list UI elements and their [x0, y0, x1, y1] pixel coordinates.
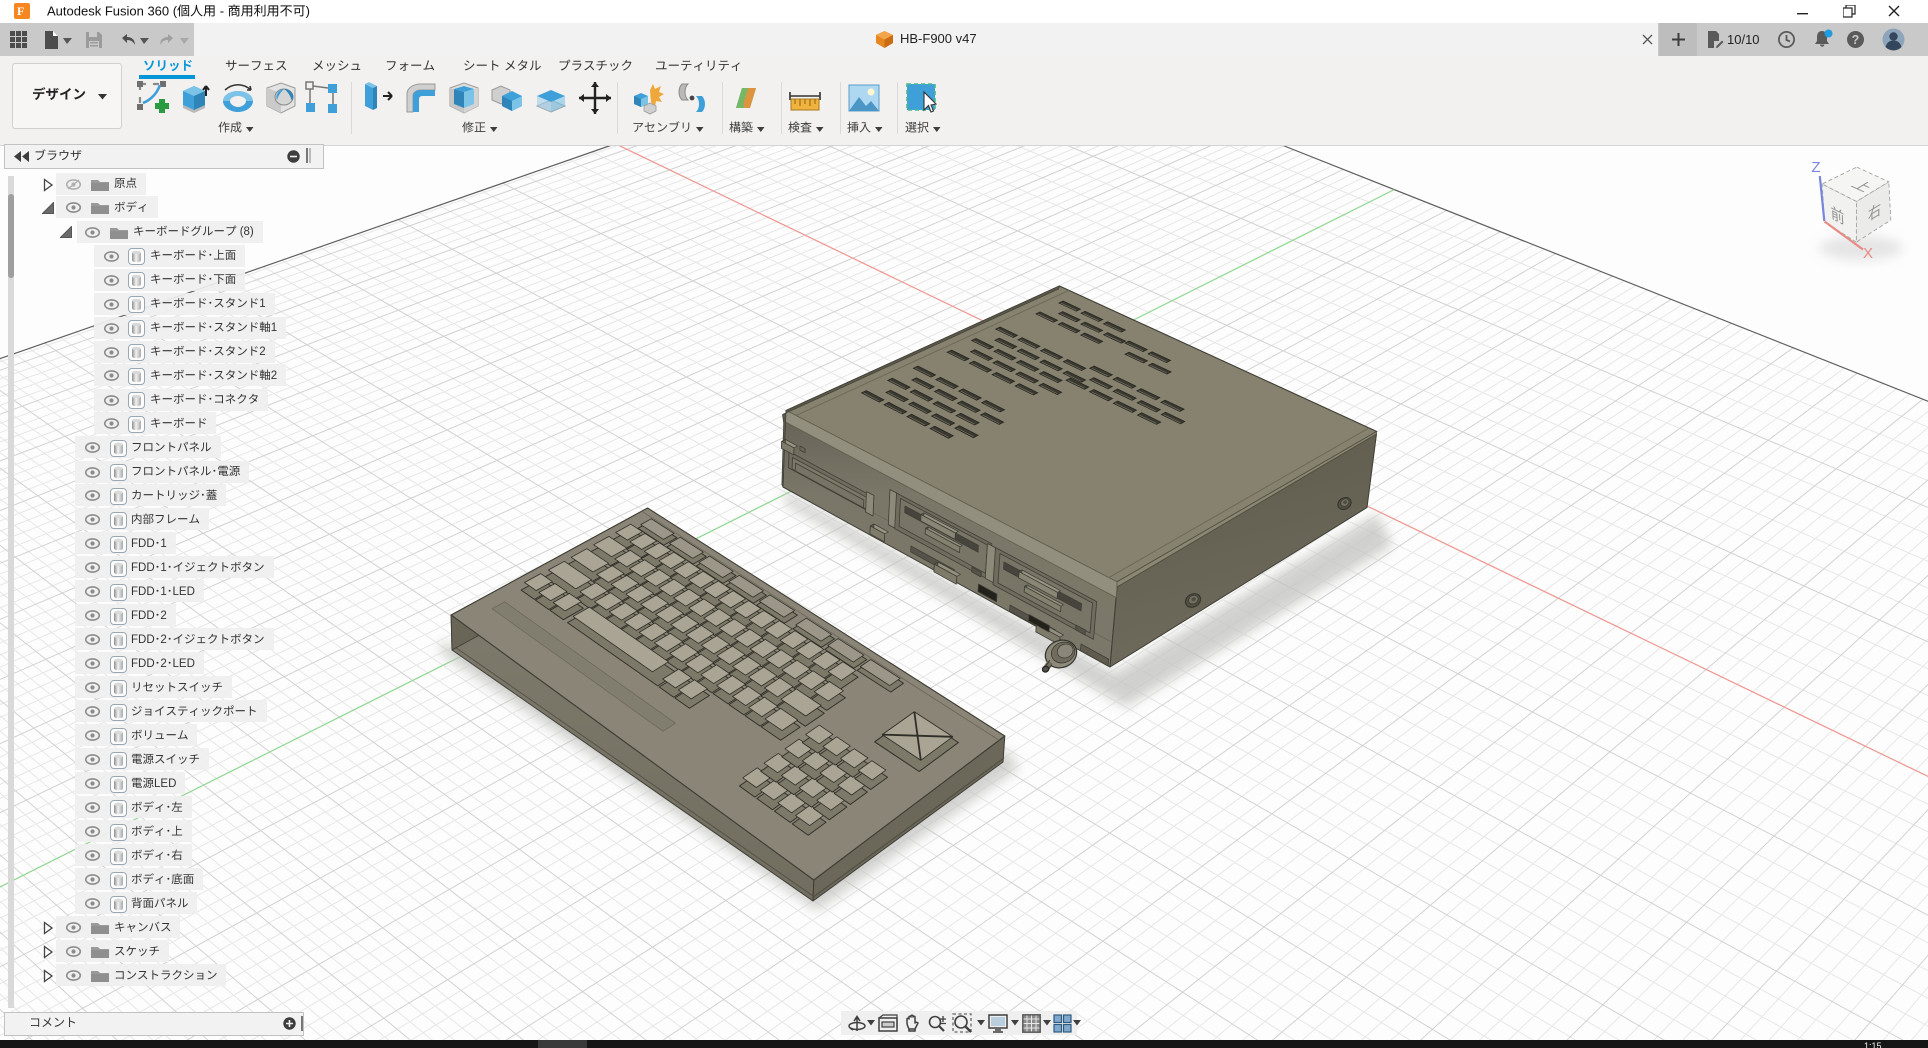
- svg-text:FDD: FDD: [131, 586, 155, 598]
- svg-text:LED: LED: [173, 658, 195, 670]
- svg-text:2: 2: [160, 634, 166, 646]
- svg-text:1: 1: [271, 322, 277, 334]
- svg-text:2: 2: [259, 346, 265, 358]
- svg-text:): ): [306, 4, 310, 18]
- svg-text:FDD: FDD: [131, 538, 155, 550]
- svg-text:X: X: [1863, 245, 1873, 262]
- svg-text:2: 2: [271, 370, 277, 382]
- svg-text:LED: LED: [173, 586, 195, 598]
- svg-text:?: ?: [1852, 33, 1860, 47]
- svg-text:LED: LED: [154, 778, 176, 790]
- svg-text:FDD: FDD: [131, 658, 155, 670]
- svg-text:(8): (8): [237, 226, 254, 238]
- svg-text:2: 2: [160, 658, 166, 670]
- svg-text:FDD: FDD: [131, 634, 155, 646]
- svg-text:1: 1: [160, 586, 166, 598]
- svg-text:Autodesk Fusion 360 (: Autodesk Fusion 360 (: [47, 4, 178, 18]
- svg-text:1: 1: [160, 538, 166, 550]
- svg-text:2: 2: [160, 610, 166, 622]
- svg-text:FDD: FDD: [131, 610, 155, 622]
- svg-text:FDD: FDD: [131, 562, 155, 574]
- svg-text:Z: Z: [1811, 159, 1820, 176]
- svg-text:1: 1: [259, 298, 265, 310]
- svg-text:-: -: [216, 4, 228, 18]
- svg-text:1: 1: [160, 562, 166, 574]
